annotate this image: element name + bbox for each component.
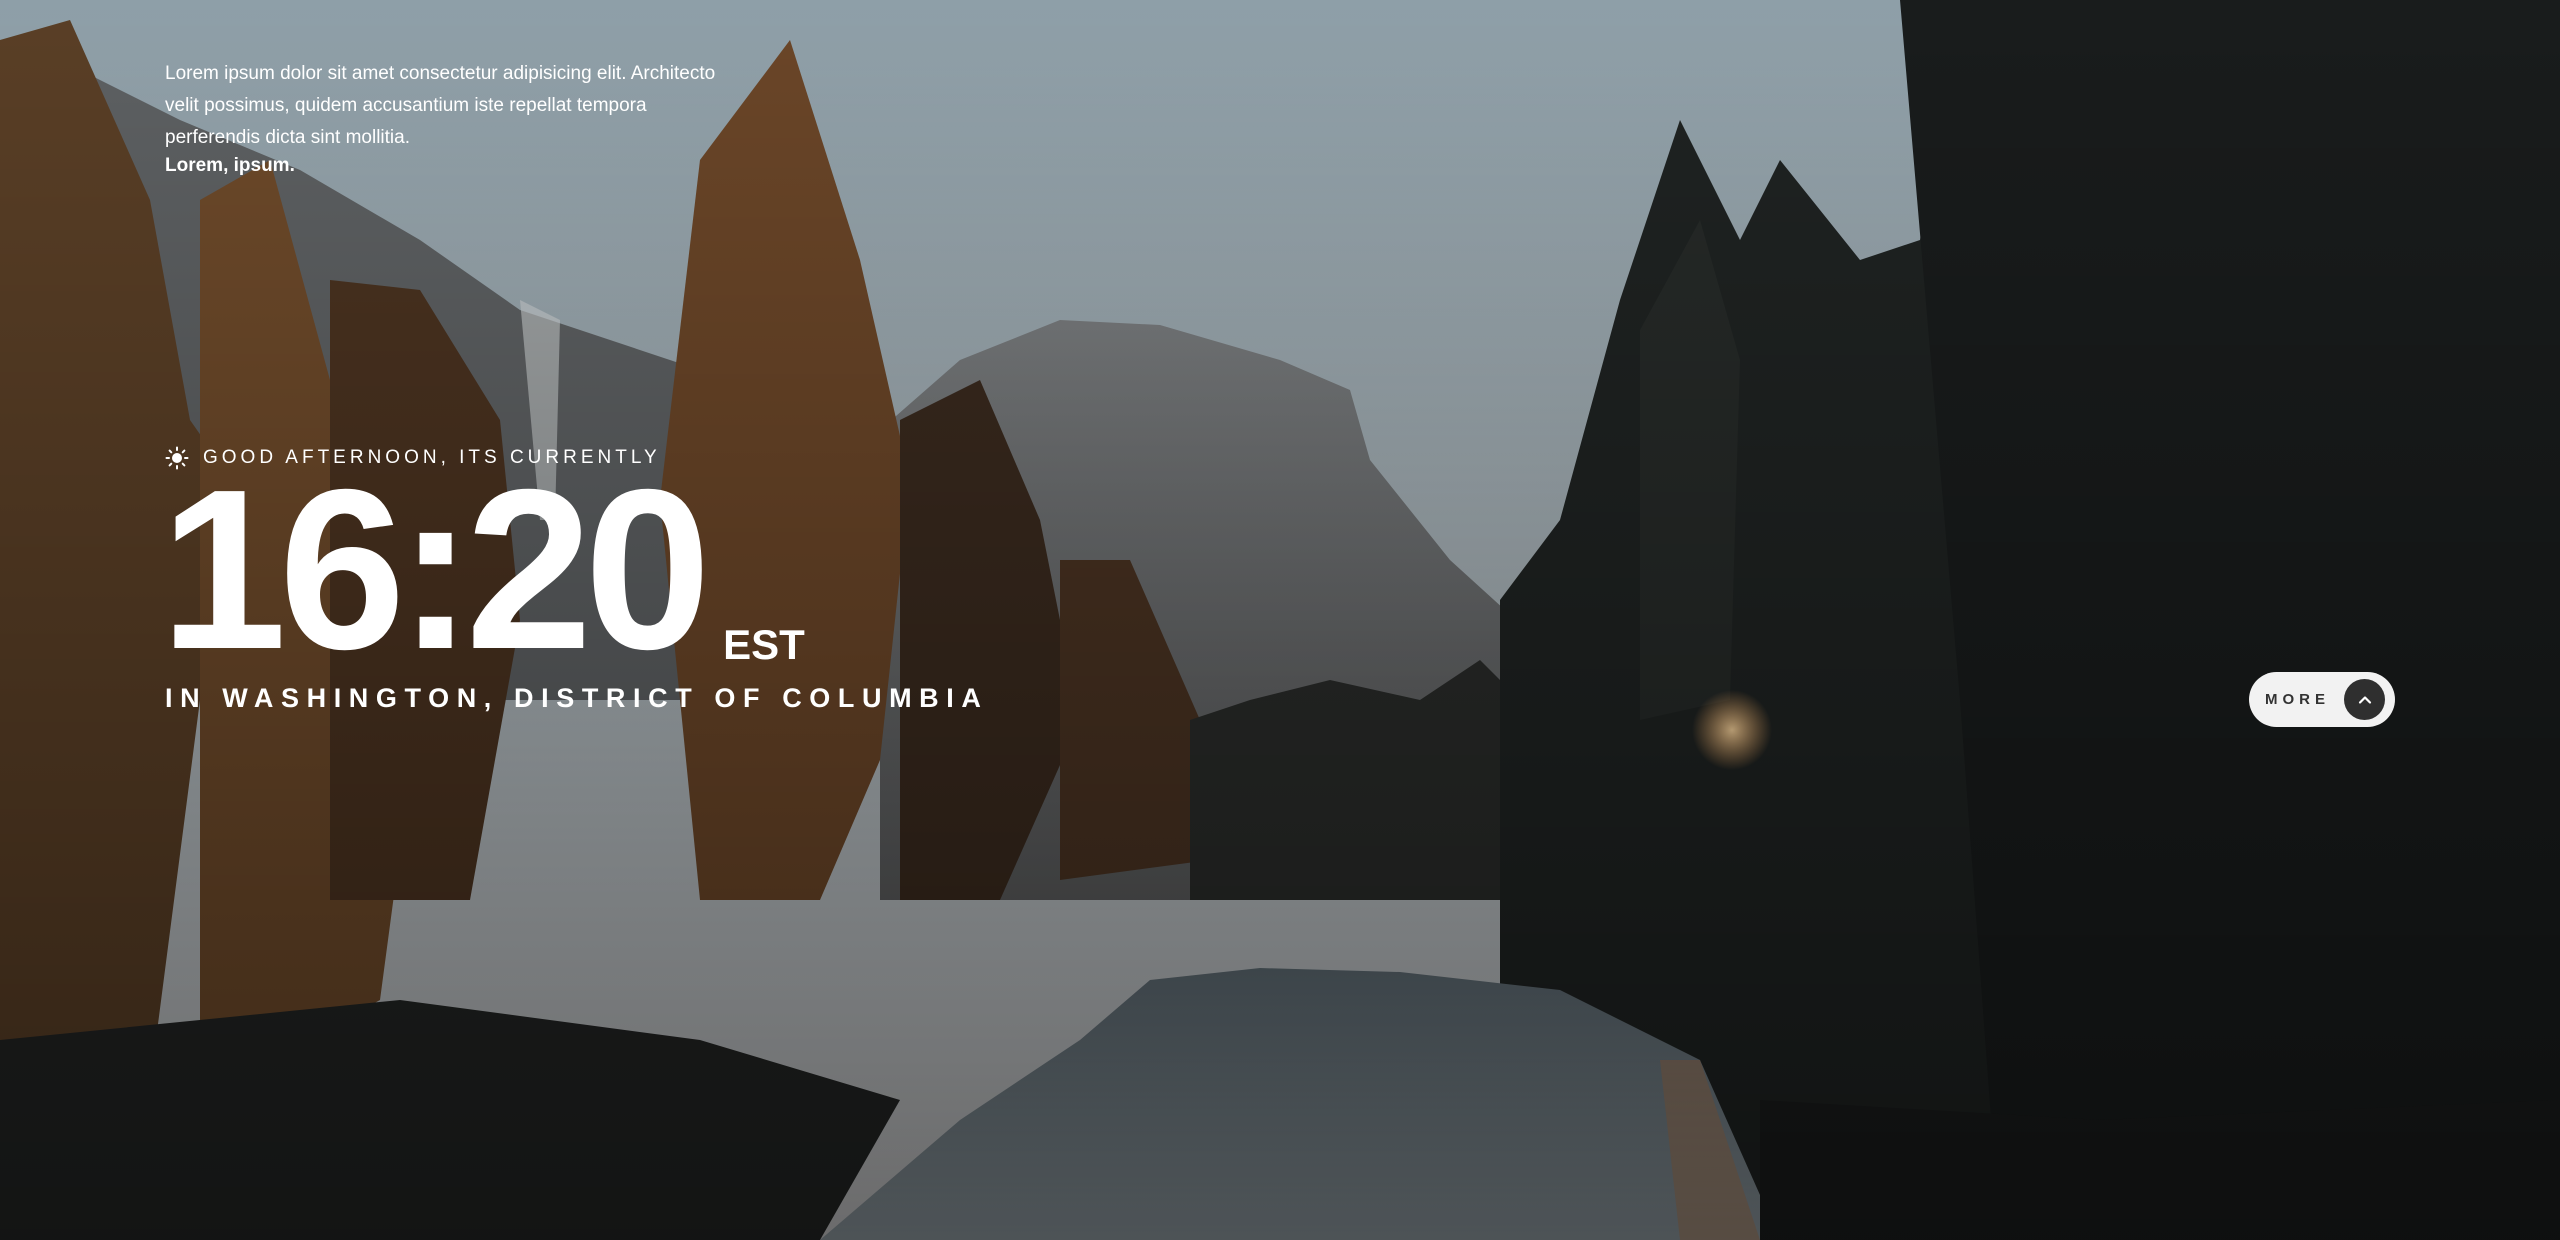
background-scene: Lorem ipsum dolor sit amet consectetur a…: [0, 0, 2560, 1240]
clock: 16:20 EST: [160, 443, 805, 697]
quote-block: Lorem ipsum dolor sit amet consectetur a…: [165, 58, 745, 178]
chevron-up-icon[interactable]: [2344, 679, 2385, 720]
quote-author: Lorem, ipsum.: [165, 155, 295, 176]
quote-text: Lorem ipsum dolor sit amet consectetur a…: [165, 63, 716, 148]
clock-time: 16:20: [160, 443, 711, 697]
location-text: IN WASHINGTON, DISTRICT OF COLUMBIA: [165, 683, 989, 713]
more-button[interactable]: MORE: [2249, 672, 2395, 727]
clock-timezone: EST: [723, 621, 805, 668]
more-button-label: MORE: [2265, 691, 2330, 708]
